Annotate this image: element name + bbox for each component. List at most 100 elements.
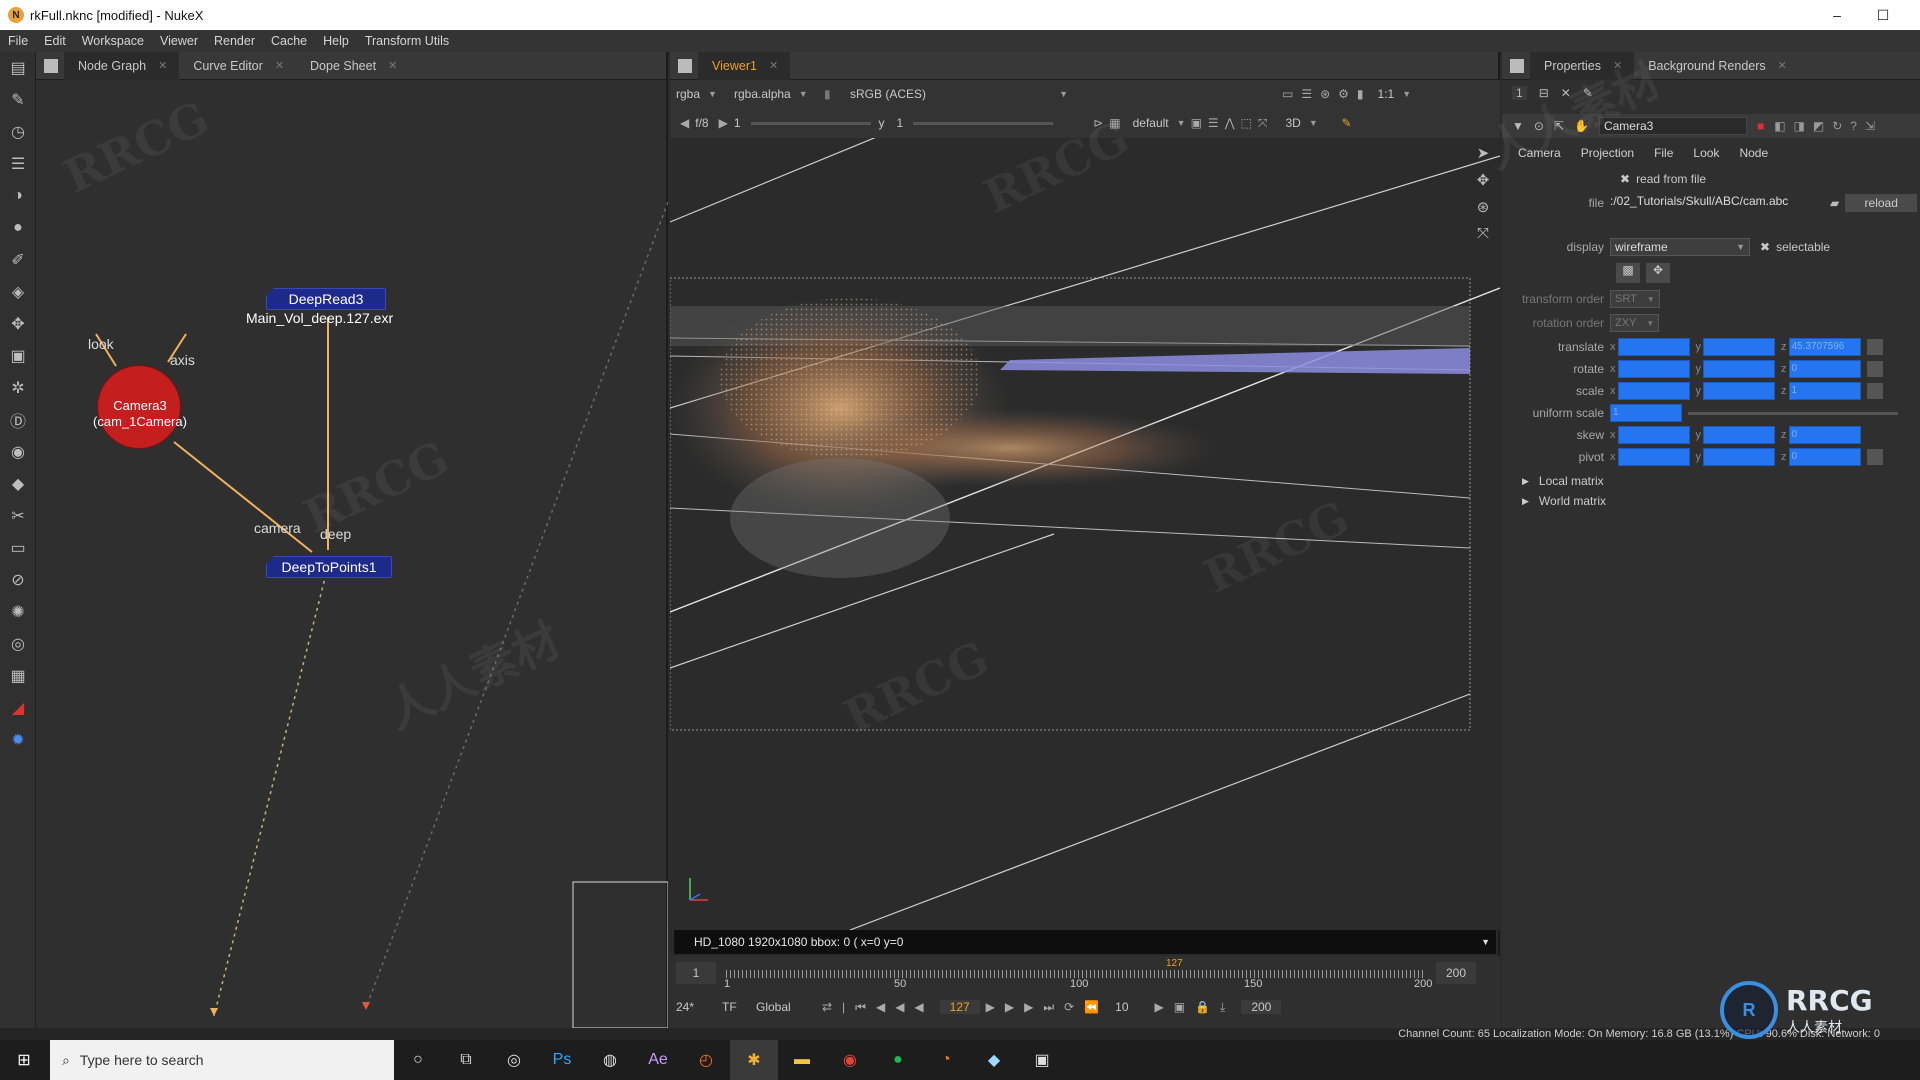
subtab-projection[interactable]: Projection <box>1581 146 1634 160</box>
menu-cache[interactable]: Cache <box>263 34 315 48</box>
color-icon[interactable]: ■ <box>1757 119 1764 133</box>
animation-menu-icon[interactable] <box>1866 449 1883 465</box>
deeptopoints-node[interactable]: DeepToPoints1 <box>266 556 392 578</box>
paint-icon[interactable]: ✎ <box>1341 116 1351 130</box>
menu-viewer[interactable]: Viewer <box>152 34 206 48</box>
file-path-field[interactable]: :/02_Tutorials/Skull/ABC/cam.abc <box>1610 194 1824 212</box>
particles-nodes-icon[interactable]: ✲ <box>0 372 36 404</box>
tab-background-renders[interactable]: Background Renders ✕ <box>1634 52 1799 80</box>
gamma-slider[interactable] <box>913 121 1054 125</box>
red-plugin-icon[interactable]: ◢ <box>0 692 36 724</box>
zoom-value[interactable]: 1:1 <box>1378 87 1395 101</box>
float-icon[interactable]: ⇱ <box>1554 119 1564 133</box>
frame-ruler[interactable]: 1 50 100 150 200 127 <box>724 958 1432 990</box>
rotation-order-dropdown[interactable]: ZXY ▼ <box>1610 314 1660 332</box>
subtab-camera[interactable]: Camera <box>1518 146 1561 160</box>
axis-gizmo-icon[interactable]: ⤧ <box>1477 225 1489 242</box>
animation-menu-icon[interactable] <box>1866 383 1883 399</box>
transform-order-dropdown[interactable]: SRT ▼ <box>1610 290 1660 308</box>
frame-step-field[interactable]: 10 <box>1115 1000 1128 1014</box>
scale-x-field[interactable] <box>1617 382 1690 400</box>
node-btn-icons[interactable]: ◧◨◩↻?⇲ <box>1774 119 1883 133</box>
app-icon-2[interactable]: ◍ <box>586 1040 634 1080</box>
chevron-down-icon[interactable]: ▼ <box>1402 89 1411 99</box>
input-process-icon[interactable]: ▮ <box>824 87 844 101</box>
spotify-icon[interactable]: ● <box>874 1040 922 1080</box>
keyer-nodes-icon[interactable]: ✐ <box>0 244 36 276</box>
uniform-scale-field[interactable]: 1 <box>1610 404 1682 422</box>
pivot-z-field[interactable]: 0 <box>1788 448 1861 466</box>
channel-nodes-icon[interactable]: ☰ <box>0 148 36 180</box>
skew-z-field[interactable]: 0 <box>1788 426 1861 444</box>
pivot-x-field[interactable] <box>1617 448 1690 466</box>
draw-nodes-icon[interactable]: ✎ <box>0 84 36 116</box>
node-name-field[interactable]: Camera3 <box>1598 117 1747 135</box>
max-panels-field[interactable]: 1 <box>1512 86 1527 100</box>
views-nodes-icon[interactable]: ◉ <box>0 436 36 468</box>
transform-handle-icon[interactable]: ✥ <box>1477 171 1490 189</box>
gizmo-icon[interactable]: ✥ <box>1646 263 1670 283</box>
merge-nodes-icon[interactable]: ◈ <box>0 276 36 308</box>
rotate-x-field[interactable] <box>1617 360 1690 378</box>
photoshop-icon[interactable]: Ps <box>538 1040 586 1080</box>
chrome-icon[interactable]: ◉ <box>826 1040 874 1080</box>
expand-arrow-icon[interactable]: ▶ <box>1522 476 1529 487</box>
translate-z-field[interactable]: 45.3707596 <box>1788 338 1861 356</box>
menu-help[interactable]: Help <box>315 34 357 48</box>
clear-icon[interactable]: ✕ <box>1561 86 1571 100</box>
cara-nodes-icon[interactable]: ◎ <box>0 628 36 660</box>
close-icon[interactable]: ✕ <box>769 59 778 72</box>
output-pipe[interactable] <box>213 573 327 1017</box>
scale-z-field[interactable]: 1 <box>1788 382 1861 400</box>
channels-dropdown[interactable]: rgba ▼ <box>670 87 728 101</box>
fps-dropdown[interactable]: 24* <box>676 1000 716 1014</box>
time-nodes-icon[interactable]: ◷ <box>0 116 36 148</box>
colorspace-dropdown[interactable]: sRGB (ACES) ▼ <box>844 87 1074 101</box>
other-nodes-icon[interactable]: ▭ <box>0 532 36 564</box>
expand-arrow-icon[interactable]: ▶ <box>1522 496 1529 507</box>
image-nodes-icon[interactable]: ▤ <box>0 52 36 84</box>
viewer-tools-icons[interactable]: ▭☰⊛⚙▮ <box>1282 87 1372 101</box>
after-effects-icon[interactable]: Ae <box>634 1040 682 1080</box>
lut-dropdown[interactable]: default ▼ <box>1127 116 1191 130</box>
flipbook-icons[interactable]: ▶▣🔒⤓ <box>1155 1000 1236 1015</box>
selectable-checkbox[interactable]: ✖ <box>1760 240 1770 254</box>
translate-x-field[interactable] <box>1617 338 1690 356</box>
taskbar-search[interactable]: ⌕ Type here to search <box>50 1040 394 1080</box>
transform-nodes-icon[interactable]: ✥ <box>0 308 36 340</box>
tf-dropdown[interactable]: TF <box>722 1000 750 1014</box>
gamma-value[interactable]: 1 <box>897 116 904 130</box>
file-explorer-icon[interactable]: ▬ <box>778 1040 826 1080</box>
pencil-icon[interactable]: ✎ <box>1583 86 1593 100</box>
gain-value[interactable]: 1 <box>734 116 741 130</box>
view-mode-dropdown[interactable]: 3D ▼ <box>1279 116 1341 130</box>
subtab-look[interactable]: Look <box>1693 146 1719 160</box>
filter-nodes-icon[interactable]: ● <box>0 212 36 244</box>
minimize-button[interactable]: – <box>1814 0 1860 30</box>
ocula-nodes-icon[interactable]: ✺ <box>0 596 36 628</box>
viewer-toggle-icon[interactable]: ⊙ <box>1534 119 1544 133</box>
viewer-canvas[interactable]: ➤ ✥ ⊛ ⤧ <box>670 138 1500 930</box>
app-icon-3[interactable]: ◆ <box>970 1040 1018 1080</box>
select-arrow-icon[interactable]: ➤ <box>1477 144 1490 162</box>
folder-icon[interactable]: ▰ <box>1830 196 1839 210</box>
cortana-icon[interactable]: ○ <box>394 1040 442 1080</box>
chevron-down-icon[interactable]: ▼ <box>1481 937 1490 947</box>
current-frame-marker[interactable]: 127 <box>1166 958 1183 969</box>
alpha-dropdown[interactable]: rgba.alpha ▼ <box>728 87 824 101</box>
menu-workspace[interactable]: Workspace <box>74 34 152 48</box>
current-frame-field[interactable]: 127 <box>939 1000 980 1014</box>
menu-transform-utils[interactable]: Transform Utils <box>357 34 457 48</box>
blue-plugin-icon[interactable]: ✹ <box>0 724 36 756</box>
menu-edit[interactable]: Edit <box>36 34 74 48</box>
deep-nodes-icon[interactable]: Ⓓ <box>0 404 36 436</box>
tab-properties[interactable]: Properties ✕ <box>1530 51 1635 80</box>
close-icon[interactable]: ✕ <box>1613 59 1622 72</box>
3d-nodes-icon[interactable]: ▣ <box>0 340 36 372</box>
windows-start-icon[interactable]: ⊞ <box>0 1040 48 1080</box>
gain-slider[interactable] <box>750 121 871 125</box>
pivot-y-field[interactable] <box>1703 448 1775 466</box>
maximize-button[interactable]: ☐ <box>1860 0 1906 30</box>
node-graph-panel[interactable]: Node Graph ✕ Curve Editor ✕ Dope Sheet ✕ De… <box>36 51 668 1028</box>
fstop-right-icon[interactable]: ▶ <box>719 116 728 130</box>
